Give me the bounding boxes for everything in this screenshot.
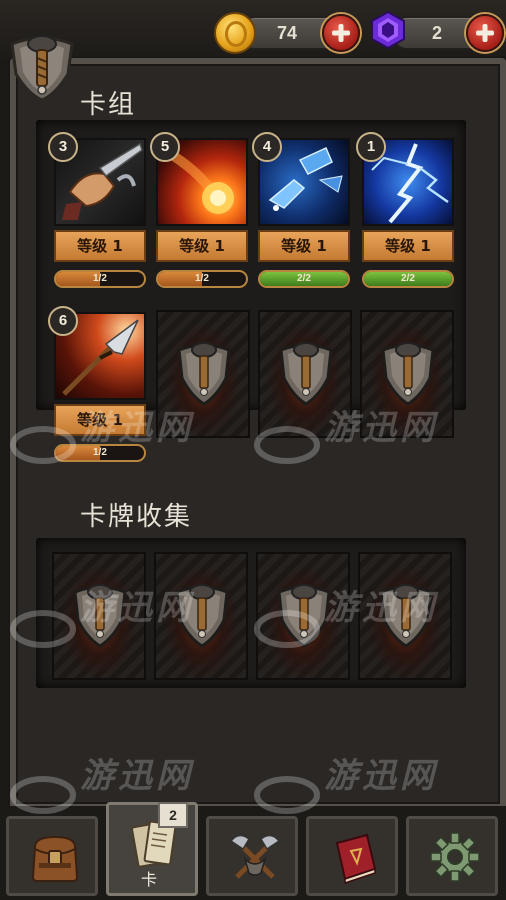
card-progress-bar: 1/2 [54,270,146,288]
card-cost: 4 [252,132,282,162]
shield-lock-icon [277,584,331,648]
locked-deck-slot [360,310,454,438]
card-cost: 6 [48,306,78,336]
progress-text: 2/2 [297,273,311,284]
nav-cards-label: 卡 [140,870,157,889]
shield-lock-icon [279,342,333,406]
card-progress-bar: 2/2 [258,270,350,288]
card-cost: 1 [356,132,386,162]
locked-deck-slot [156,310,250,438]
shield-lock-icon [379,584,433,648]
locked-collection-slot [52,552,146,680]
collection-title: 卡牌收集 [80,502,193,532]
add-coins-button[interactable] [322,14,360,52]
card-cost: 5 [150,132,180,162]
add-gems-button[interactable] [466,14,504,52]
shield-lock-icon [381,342,435,406]
card-progress-bar: 1/2 [54,444,146,462]
progress-text: 1/2 [195,273,209,284]
card-level: 等级 1 [54,404,146,436]
locked-collection-slot [256,552,350,680]
nav-battle-button[interactable] [206,816,298,896]
nav-bag-button[interactable] [6,816,98,896]
nav-settings-button[interactable] [406,816,498,896]
card-level: 等级 1 [258,230,350,262]
crossed-axes-icon [229,834,281,879]
card-level: 等级 1 [156,230,248,262]
shield-lock-icon [177,342,231,406]
spellbook-icon [335,833,377,885]
shield-lock-icon [175,584,229,648]
locked-collection-slot [154,552,248,680]
bottom-nav [0,802,506,900]
deck-title: 卡组 [80,90,137,120]
gear-icon [430,832,480,882]
card-progress-bar: 1/2 [156,270,248,288]
card-progress-bar: 2/2 [362,270,454,288]
coin-icon [214,12,256,54]
locked-deck-slot [258,310,352,438]
card-level: 等级 1 [54,230,146,262]
progress-text: 1/2 [93,447,107,458]
gem-icon [371,10,405,50]
gem-amount: 2 [431,23,442,43]
bag-icon [31,835,79,882]
locked-collection-slot [358,552,452,680]
nav-spellbook-button[interactable] [306,816,398,896]
card-level: 等级 1 [362,230,454,262]
card-cost: 3 [48,132,78,162]
progress-text: 1/2 [93,273,107,284]
cards-notification-badge: 2 [158,802,188,828]
progress-text: 2/2 [401,273,415,284]
shield-lock-icon [73,584,127,648]
coin-amount: 74 [276,23,298,43]
shield-emblem-icon[interactable] [6,30,78,102]
